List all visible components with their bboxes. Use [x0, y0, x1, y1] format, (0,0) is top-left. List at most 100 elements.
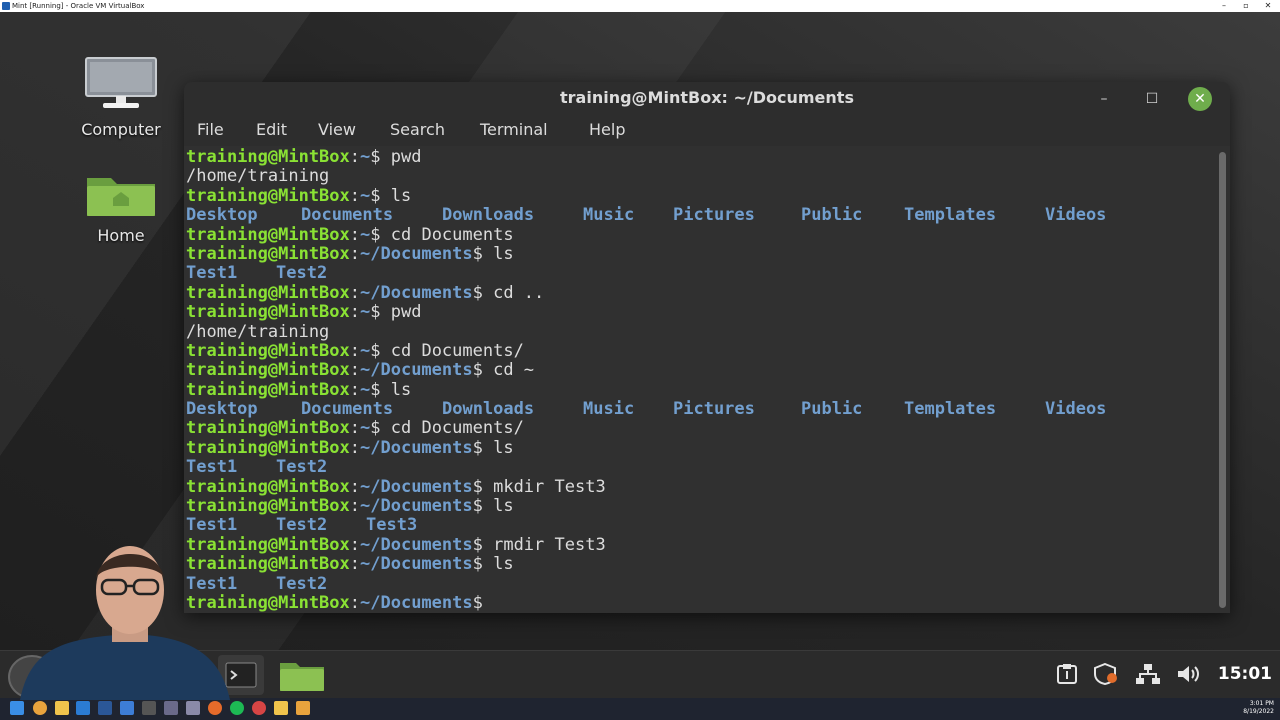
app-icon[interactable] — [164, 701, 178, 715]
prompt-user: training@MintBox — [186, 496, 350, 517]
network-icon[interactable] — [1135, 663, 1161, 690]
prompt-path: ~/Documents — [360, 282, 473, 303]
shield-update-icon[interactable] — [1093, 662, 1119, 690]
prompt-user: training@MintBox — [186, 379, 350, 400]
command-text: pwd — [390, 302, 422, 323]
minimize-button[interactable]: – — [1093, 88, 1115, 110]
directory-name: Desktop — [186, 205, 258, 226]
menu-view[interactable]: View — [318, 120, 356, 139]
command-text: ls — [390, 185, 412, 206]
virtualbox-titlebar: Mint [Running] - Oracle VM VirtualBox – … — [0, 0, 1280, 12]
folder-taskbar-icon[interactable] — [274, 701, 288, 715]
outlook-icon[interactable] — [76, 701, 90, 715]
spotify-icon[interactable] — [230, 701, 244, 715]
directory-listing: Test1 Test2 — [186, 263, 1216, 284]
vbox-minimize-button[interactable]: – — [1214, 0, 1234, 12]
windows-start-icon[interactable] — [10, 701, 24, 715]
terminal-prompt-line: training@MintBox:~/Documents$ ls — [186, 554, 514, 575]
prompt-path: ~ — [360, 340, 371, 361]
directory-name: Test2 — [276, 457, 328, 478]
directory-name: Pictures — [673, 399, 755, 420]
prompt-path: ~ — [360, 302, 371, 323]
terminal-prompt-line: training@MintBox:~$ cd Documents — [186, 224, 514, 245]
firefox-icon[interactable] — [208, 701, 222, 715]
prompt-path: ~/Documents — [360, 534, 473, 555]
terminal-prompt-line: training@MintBox:~/Documents$ cd .. — [186, 282, 545, 303]
menu-edit[interactable]: Edit — [256, 120, 287, 139]
clipboard-icon[interactable] — [1055, 663, 1079, 690]
prompt-path: ~ — [360, 379, 371, 400]
prompt-user: training@MintBox — [186, 185, 350, 206]
notepad-icon[interactable] — [120, 701, 134, 715]
panel-clock[interactable]: 15:01 — [1218, 664, 1272, 684]
directory-name: Templates — [904, 205, 997, 226]
prompt-path: ~ — [360, 224, 371, 245]
desktop-icon-home[interactable]: Home — [66, 172, 176, 245]
terminal-prompt-line: training@MintBox:~/Documents$ mkdir Test… — [186, 476, 606, 497]
command-text: cd ~ — [493, 360, 535, 381]
prompt-user: training@MintBox — [186, 302, 350, 323]
terminal-prompt-line: training@MintBox:~/Documents$ — [186, 592, 494, 613]
directory-name: Videos — [1045, 205, 1107, 226]
command-text: ls — [493, 496, 514, 517]
directory-listing: Test1 Test2 Test3 — [186, 515, 1216, 536]
file-explorer-icon[interactable] — [55, 701, 69, 715]
terminal-window[interactable]: training@MintBox: ~/Documents – ☐ ✕ File… — [184, 82, 1230, 613]
terminal-prompt-line: training@MintBox:~$ cd Documents/ — [186, 340, 524, 361]
vbox-restore-button[interactable]: ▫ — [1236, 0, 1256, 12]
app-icon[interactable] — [296, 701, 310, 715]
directory-name: Test1 — [186, 457, 238, 478]
terminal-titlebar[interactable]: training@MintBox: ~/Documents – ☐ ✕ — [184, 82, 1230, 116]
close-button[interactable]: ✕ — [1188, 87, 1212, 111]
directory-name: Test1 — [186, 263, 238, 284]
terminal-prompt-line: training@MintBox:~$ pwd — [186, 147, 422, 167]
computer-icon — [85, 57, 157, 108]
menu-file[interactable]: File — [197, 120, 224, 139]
terminal-output[interactable]: training@MintBox:~$ pwd/home/training tra… — [186, 147, 1216, 613]
directory-listing: Test1 Test2 — [186, 457, 1216, 478]
taskbar-files-button[interactable] — [278, 657, 326, 693]
host-time: 3:01 PM — [1249, 700, 1274, 707]
prompt-user: training@MintBox — [186, 340, 350, 361]
terminal-title: training@MintBox: ~/Documents — [560, 88, 854, 107]
volume-icon[interactable] — [1176, 663, 1202, 690]
console-icon[interactable] — [142, 701, 156, 715]
menu-terminal[interactable]: Terminal — [480, 120, 548, 139]
virtualbox-icon — [2, 2, 10, 10]
directory-name: Public — [801, 205, 863, 226]
terminal-scrollbar[interactable] — [1219, 152, 1226, 608]
directory-name: Music — [583, 205, 635, 226]
prompt-path: ~/Documents — [360, 476, 473, 497]
command-text: ls — [390, 379, 412, 400]
prompt-path: ~/Documents — [360, 360, 473, 381]
directory-name: Documents — [301, 205, 394, 226]
menu-search[interactable]: Search — [390, 120, 445, 139]
home-folder-icon — [87, 178, 155, 216]
desktop-icon-label: Home — [97, 226, 145, 245]
directory-name: Downloads — [442, 205, 535, 226]
prompt-path: ~/Documents — [360, 592, 473, 613]
prompt-path: ~/Documents — [360, 437, 473, 458]
host-app-icon[interactable] — [33, 701, 47, 715]
prompt-user: training@MintBox — [186, 243, 350, 264]
terminal-prompt-line: training@MintBox:~/Documents$ rmdir Test… — [186, 534, 606, 555]
directory-listing: Desktop Documents Downloads Music Pictures Pu… — [186, 205, 1216, 226]
terminal-output-line: /home/training — [186, 166, 330, 187]
command-text: cd Documents/ — [390, 340, 524, 361]
prompt-user: training@MintBox — [186, 437, 350, 458]
prompt-user: training@MintBox — [186, 224, 350, 245]
terminal-output-line: /home/training — [186, 321, 330, 342]
chrome-icon[interactable] — [252, 701, 266, 715]
menu-help[interactable]: Help — [589, 120, 625, 139]
directory-name: Public — [801, 399, 863, 420]
prompt-path: ~ — [360, 147, 371, 167]
word-icon[interactable] — [98, 701, 112, 715]
virtualbox-taskbar-icon[interactable] — [186, 701, 200, 715]
directory-name: Documents — [301, 399, 394, 420]
vbox-close-button[interactable]: ✕ — [1258, 0, 1278, 12]
maximize-button[interactable]: ☐ — [1141, 88, 1163, 110]
host-clock[interactable]: 3:01 PM 8/19/2022 — [1243, 700, 1274, 716]
directory-name: Test3 — [366, 515, 418, 536]
presenter-image — [20, 546, 230, 700]
desktop-icon-computer[interactable]: Computer — [66, 56, 176, 139]
